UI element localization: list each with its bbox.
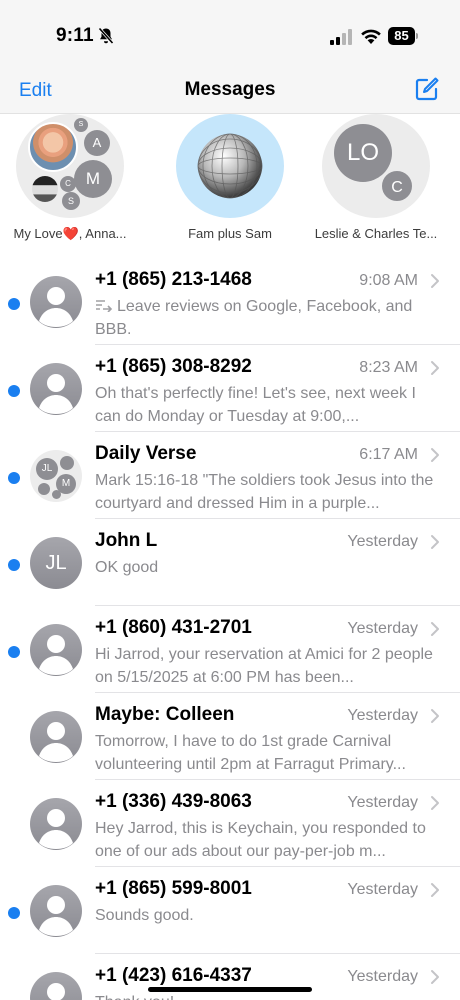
contact-name: +1 (860) 431-2701: [95, 617, 252, 638]
message-preview: Tomorrow, I have to do 1st grade Carniva…: [95, 733, 406, 773]
person-icon: [60, 456, 74, 470]
message-preview: Hey Jarrod, this is Keychain, you respon…: [95, 820, 426, 860]
conversation-row[interactable]: +1 (865) 213-1468 9:08 AM Leave reviews …: [0, 258, 460, 345]
conversation-row[interactable]: +1 (336) 439-8063 Yesterday Hey Jarrod, …: [0, 780, 460, 867]
pinned-conversations: S A C M S My Love❤️, Anna... Fam plus Sa…: [0, 114, 460, 248]
mini-avatar-m: M: [74, 160, 112, 198]
initials-avatar-lo: LO: [334, 124, 392, 182]
message-preview: Leave reviews on Google, Facebook, and B…: [95, 295, 445, 341]
unread-indicator: [8, 646, 20, 658]
message-time: Yesterday: [347, 794, 418, 811]
unread-indicator: [8, 559, 20, 571]
status-bar: 9:11 85: [0, 0, 460, 70]
unread-indicator: [8, 472, 20, 484]
conversation-row[interactable]: Maybe: Colleen Yesterday Tomorrow, I hav…: [0, 693, 460, 780]
group-avatar: JL M: [30, 450, 82, 502]
initials-avatar: JL: [30, 537, 82, 589]
battery-level: 85: [388, 27, 415, 45]
conversation-row[interactable]: JL John L Yesterday OK good: [0, 519, 460, 606]
pinned-label: My Love❤️, Anna...: [13, 226, 127, 241]
cellular-signal-icon: [330, 29, 352, 45]
mini-avatar-a: A: [84, 130, 110, 156]
pinned-item-fam-plus-sam[interactable]: Fam plus Sam: [160, 114, 300, 248]
unread-indicator: [8, 385, 20, 397]
chevron-right-icon: [431, 970, 439, 984]
person-icon: [38, 483, 50, 495]
contact-name: Daily Verse: [95, 443, 197, 464]
wifi-icon: [361, 29, 381, 44]
unread-indicator: [8, 298, 20, 310]
person-icon: [30, 363, 82, 415]
message-preview: Thank you!: [95, 991, 445, 1000]
chevron-right-icon: [431, 535, 439, 549]
page-title: Messages: [184, 79, 276, 100]
bell-slash-icon: [98, 27, 114, 45]
chevron-right-icon: [431, 274, 439, 288]
message-preview: Mark 15:16-18 "The soldiers took Jesus i…: [95, 472, 434, 512]
person-icon: [30, 885, 82, 937]
person-icon: [30, 624, 82, 676]
contact-name: +1 (865) 308-8292: [95, 356, 252, 377]
message-time: Yesterday: [347, 707, 418, 724]
contact-name: John L: [95, 530, 158, 551]
chevron-right-icon: [431, 622, 439, 636]
battery-icon: 85: [388, 27, 418, 45]
mini-avatar-s2: S: [62, 192, 80, 210]
chevron-right-icon: [431, 709, 439, 723]
message-time: Yesterday: [347, 881, 418, 898]
photo-avatar-small: [32, 176, 58, 202]
home-indicator[interactable]: [148, 987, 312, 992]
message-time: 8:23 AM: [359, 359, 418, 376]
compose-icon[interactable]: [414, 76, 440, 102]
chevron-right-icon: [431, 883, 439, 897]
message-time: 9:08 AM: [359, 272, 418, 289]
initials-avatar-jl: JL: [36, 458, 58, 480]
initials-avatar-c: C: [380, 169, 414, 203]
group-avatar: [176, 114, 284, 218]
contact-name: +1 (865) 599-8001: [95, 878, 252, 899]
photo-avatar: [28, 122, 78, 172]
conversation-row[interactable]: +1 (865) 308-8292 8:23 AM Oh that's perf…: [0, 345, 460, 432]
conversation-row[interactable]: +1 (865) 599-8001 Yesterday Sounds good.: [0, 867, 460, 954]
message-time: Yesterday: [347, 533, 418, 550]
contact-name: Maybe: Colleen: [95, 704, 235, 725]
contact-name: +1 (423) 616-4337: [95, 965, 252, 986]
reply-icon: [96, 300, 113, 312]
chevron-right-icon: [431, 796, 439, 810]
message-preview: Hi Jarrod, your reservation at Amici for…: [95, 646, 433, 686]
nav-bar: Edit Messages: [0, 70, 460, 114]
conversation-row[interactable]: +1 (423) 616-4337 Yesterday Thank you!: [0, 954, 460, 1000]
pinned-label: Fam plus Sam: [188, 226, 272, 241]
message-time: 6:17 AM: [359, 446, 418, 463]
message-time: Yesterday: [347, 620, 418, 637]
contact-name: +1 (336) 439-8063: [95, 791, 252, 812]
disco-ball-icon: [197, 133, 263, 199]
conversation-list: +1 (865) 213-1468 9:08 AM Leave reviews …: [0, 258, 460, 1000]
pinned-item-my-love[interactable]: S A C M S My Love❤️, Anna...: [0, 114, 140, 248]
message-time: Yesterday: [347, 968, 418, 985]
person-icon: [30, 276, 82, 328]
person-icon: [30, 711, 82, 763]
person-icon: [52, 490, 61, 499]
message-preview: Sounds good.: [95, 907, 194, 924]
preview-text: Leave reviews on Google, Facebook, and B…: [95, 298, 413, 338]
chevron-right-icon: [431, 361, 439, 375]
mini-avatar-s: S: [74, 118, 88, 132]
group-avatar: LO C: [322, 114, 430, 218]
status-time: 9:11: [56, 25, 94, 46]
person-icon: [30, 972, 82, 1000]
conversation-row[interactable]: +1 (860) 431-2701 Yesterday Hi Jarrod, y…: [0, 606, 460, 693]
chevron-right-icon: [431, 448, 439, 462]
contact-name: +1 (865) 213-1468: [95, 269, 252, 290]
pinned-item-leslie-charles[interactable]: LO C Leslie & Charles Te...: [306, 114, 446, 248]
group-avatar: S A C M S: [16, 114, 124, 218]
unread-indicator: [8, 907, 20, 919]
message-preview: OK good: [95, 559, 159, 576]
conversation-row[interactable]: JL M Daily Verse 6:17 AM Mark 15:16-18 "…: [0, 432, 460, 519]
person-icon: [30, 798, 82, 850]
pinned-label: Leslie & Charles Te...: [314, 226, 438, 241]
message-preview: Oh that's perfectly fine! Let's see, nex…: [95, 385, 416, 425]
